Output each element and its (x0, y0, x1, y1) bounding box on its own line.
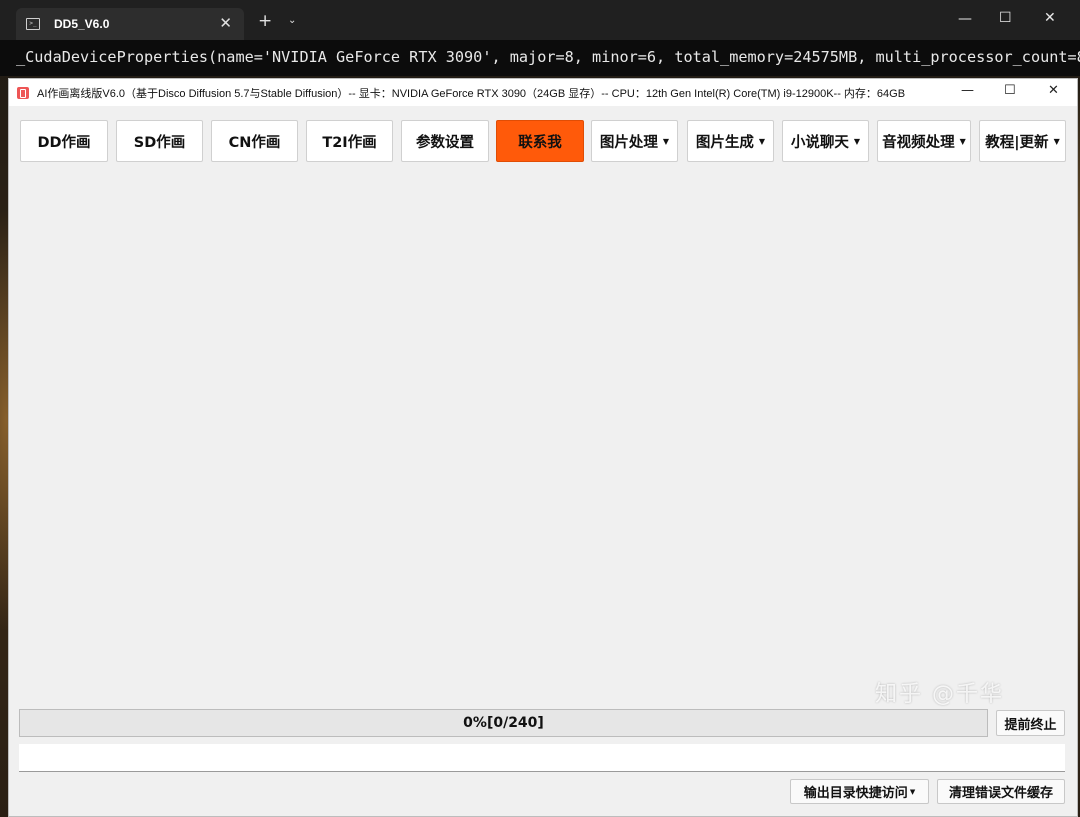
terminal-tab-title: DD5_V6.0 (54, 17, 110, 31)
terminal-icon: >_ (26, 18, 40, 30)
tutorial-update-menu[interactable]: 教程|更新 ▼ (979, 120, 1066, 162)
stop-early-button[interactable]: 提前终止 (996, 710, 1065, 736)
clear-cache-button[interactable]: 清理错误文件缓存 (937, 779, 1065, 804)
maximize-icon[interactable]: ☐ (999, 10, 1012, 26)
terminal-titlebar: >_ DD5_V6.0 ✕ + ⌄ — ☐ ✕ (0, 0, 1080, 40)
stop-early-label: 提前终止 (1004, 717, 1057, 733)
contact-me-button[interactable]: 联系我 (496, 120, 584, 162)
sd-paint-label: SD作画 (133, 134, 186, 151)
settings-button[interactable]: 参数设置 (401, 120, 489, 162)
app-title: AI作画离线版V6.0（基于Disco Diffusion 5.7与Stable… (37, 87, 906, 100)
novel-chat-menu[interactable]: 小说聊天 ▼ (782, 120, 869, 162)
dropdown-caret-icon: ▼ (909, 787, 916, 796)
progress-text: 0%[0/240] (463, 715, 544, 731)
terminal-tab[interactable]: >_ DD5_V6.0 ✕ (16, 8, 244, 40)
app-titlebar: AI作画离线版V6.0（基于Disco Diffusion 5.7与Stable… (9, 79, 1077, 106)
output-dir-label: 输出目录快捷访问 (803, 786, 908, 801)
app-minimize-icon[interactable]: — (961, 83, 974, 98)
dropdown-caret-icon: ▼ (853, 136, 861, 146)
contact-me-label: 联系我 (518, 134, 562, 151)
image-generation-menu[interactable]: 图片生成 ▼ (687, 120, 774, 162)
image-generation-label: 图片生成 (695, 134, 754, 151)
tutorial-update-label: 教程|更新 (985, 134, 1049, 151)
cn-paint-button[interactable]: CN作画 (211, 120, 298, 162)
watermark-text: 知乎 @千华 (875, 682, 1004, 707)
progress-bar: 0%[0/240] (19, 709, 988, 737)
dd-paint-label: DD作画 (37, 134, 91, 151)
t2i-paint-button[interactable]: T2I作画 (306, 120, 393, 162)
dropdown-caret-icon: ▼ (758, 136, 766, 146)
cn-paint-label: CN作画 (228, 134, 281, 151)
novel-chat-label: 小说聊天 (790, 134, 849, 151)
av-processing-label: 音视频处理 (882, 134, 955, 151)
terminal-output: _CudaDeviceProperties(name='NVIDIA GeFor… (0, 40, 1080, 76)
status-field[interactable] (19, 744, 1065, 772)
t2i-paint-label: T2I作画 (322, 134, 377, 151)
image-processing-menu[interactable]: 图片处理 ▼ (591, 120, 678, 162)
app-close-icon[interactable]: ✕ (1048, 83, 1059, 98)
output-dir-menu[interactable]: 输出目录快捷访问 ▼ (790, 779, 929, 804)
close-icon[interactable]: ✕ (1044, 10, 1056, 26)
dropdown-caret-icon: ▼ (959, 136, 966, 146)
settings-label: 参数设置 (416, 134, 474, 151)
clear-cache-label: 清理错误文件缓存 (948, 786, 1053, 801)
dropdown-caret-icon: ▼ (662, 136, 670, 146)
new-tab-button[interactable]: + (258, 11, 272, 31)
image-processing-label: 图片处理 (599, 134, 658, 151)
terminal-output-line: _CudaDeviceProperties(name='NVIDIA GeFor… (16, 48, 1080, 66)
app-maximize-icon[interactable]: ☐ (1004, 83, 1016, 98)
av-processing-menu[interactable]: 音视频处理 ▼ (877, 120, 971, 162)
sd-paint-button[interactable]: SD作画 (116, 120, 203, 162)
dropdown-caret-icon: ▼ (1053, 136, 1060, 146)
dd-paint-button[interactable]: DD作画 (20, 120, 108, 162)
minimize-icon[interactable]: — (958, 11, 972, 27)
tab-dropdown-icon[interactable]: ⌄ (288, 15, 296, 26)
app-logo-icon (17, 86, 29, 99)
tab-close-icon[interactable]: ✕ (219, 14, 232, 32)
